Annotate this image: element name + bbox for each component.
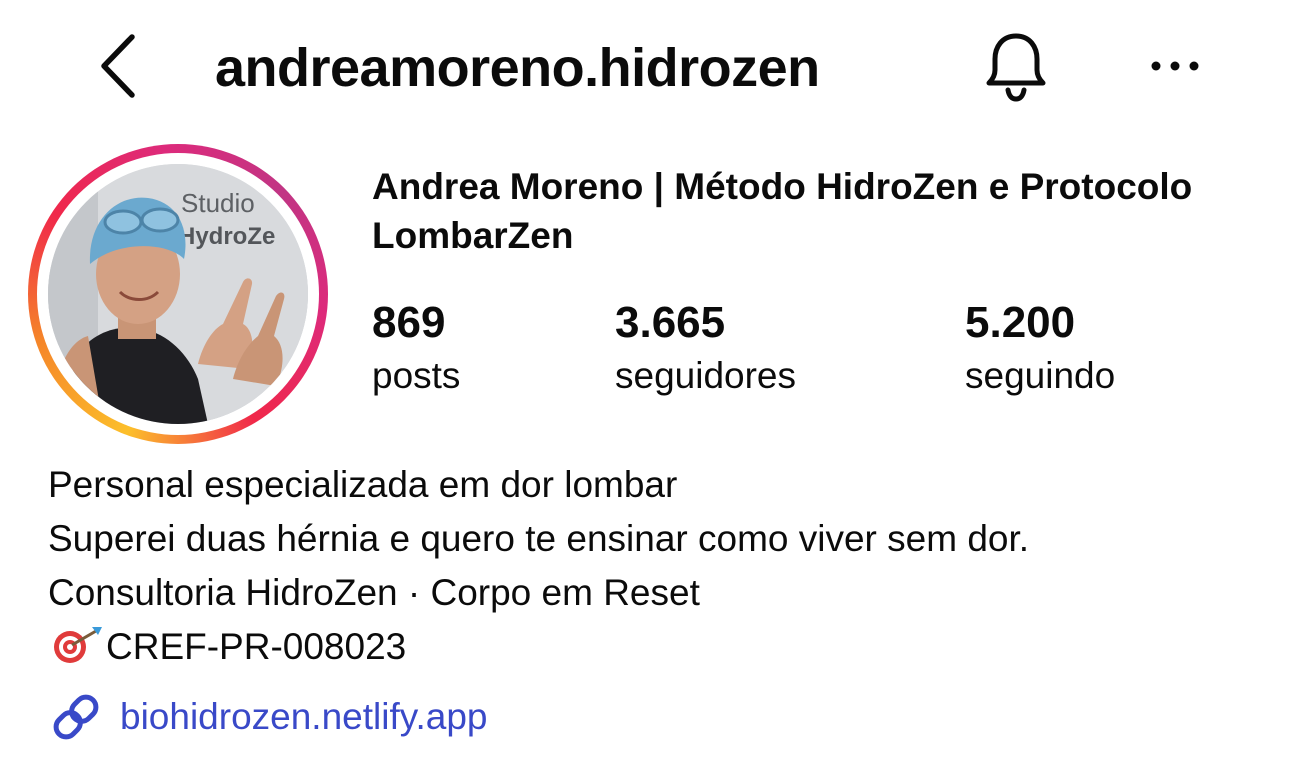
more-options-button[interactable] <box>1142 44 1208 88</box>
followers-stat[interactable]: 3.665 seguidores <box>615 296 796 402</box>
bio-link[interactable]: biohidrozen.netlify.app <box>48 690 488 744</box>
profile-header: andreamoreno.hidrozen <box>0 0 1290 136</box>
link-icon <box>48 689 104 745</box>
chevron-left-icon <box>101 34 135 98</box>
following-count: 5.200 <box>965 298 1076 347</box>
bio-line-1: Personal especializada em dor lombar <box>48 464 678 505</box>
notifications-button[interactable] <box>978 28 1054 104</box>
profile-bio: Personal especializada em dor lombar Sup… <box>48 458 1268 674</box>
avatar[interactable]: Studio HydroZe <box>48 164 308 424</box>
followers-count: 3.665 <box>615 298 726 347</box>
posts-label: posts <box>372 355 461 396</box>
bell-icon <box>986 33 1046 102</box>
bio-line-3: Consultoria HidroZen · Corpo em Reset <box>48 572 700 613</box>
story-ring[interactable]: Studio HydroZe <box>28 144 328 444</box>
avatar-photo-text-2: HydroZe <box>178 223 275 250</box>
following-stat[interactable]: 5.200 seguindo <box>965 296 1115 402</box>
back-button[interactable] <box>88 30 148 102</box>
posts-stat[interactable]: 869 posts <box>372 296 460 402</box>
avatar-border: Studio HydroZe <box>37 153 319 435</box>
direct-hit-target-icon <box>54 627 102 663</box>
bio-link-text[interactable]: biohidrozen.netlify.app <box>120 690 488 744</box>
more-horizontal-icon <box>1151 61 1199 71</box>
following-label: seguindo <box>965 355 1116 396</box>
profile-username: andreamoreno.hidrozen <box>215 38 820 98</box>
profile-display-name: Andrea Moreno | Método HidroZen e Protoc… <box>372 166 1193 256</box>
profile-photo: Studio HydroZe <box>48 164 308 424</box>
avatar-photo-text-1: Studio <box>181 188 255 218</box>
followers-label: seguidores <box>615 355 797 396</box>
bio-line-4: CREF-PR-008023 <box>48 620 1268 674</box>
bio-line-4-text: CREF-PR-008023 <box>106 626 407 667</box>
posts-count: 869 <box>372 298 446 347</box>
bio-line-2: Superei duas hérnia e quero te ensinar c… <box>48 518 1030 559</box>
